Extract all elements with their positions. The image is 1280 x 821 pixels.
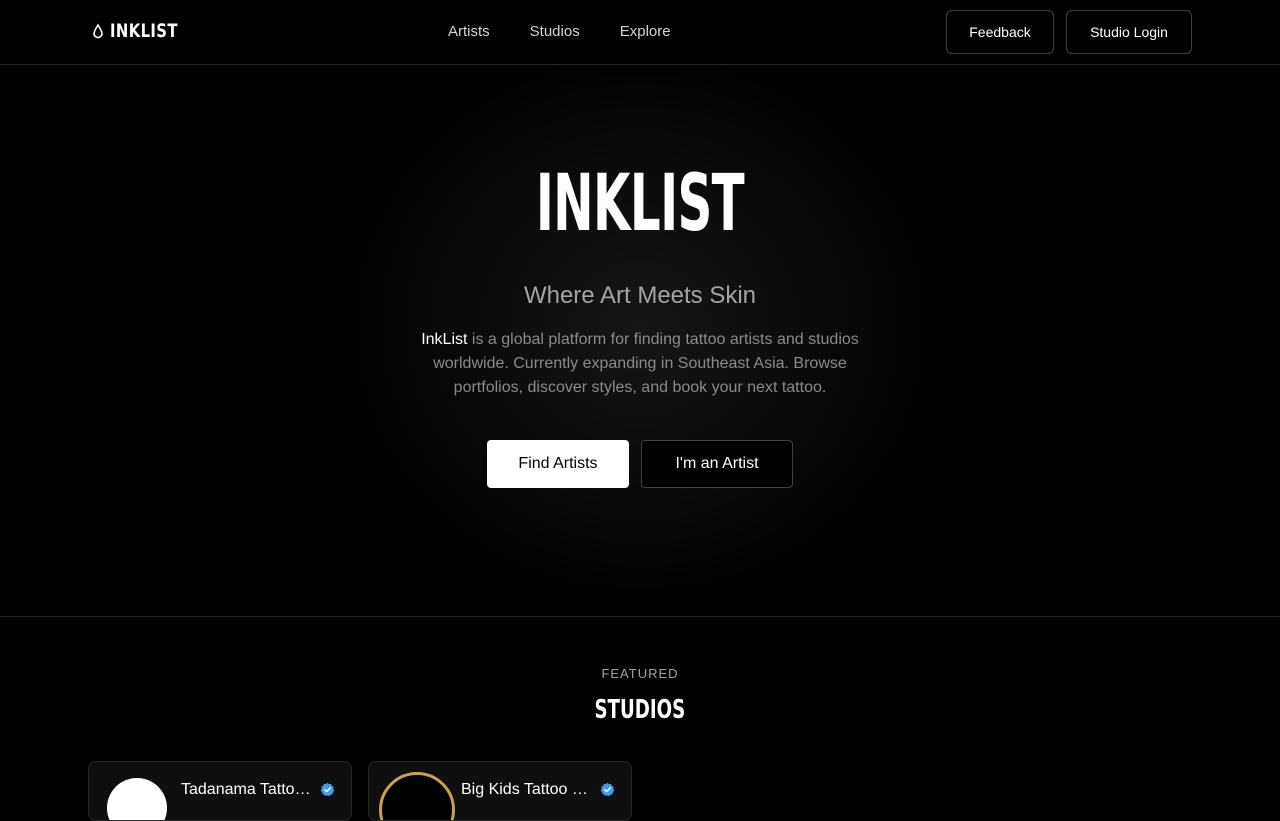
verified-badge-icon: [600, 782, 615, 797]
top-navbar: INKLIST Artists Studios Explore Feedback…: [0, 0, 1280, 65]
verified-badge-icon: [320, 782, 335, 797]
hero-section: INKLIST Where Art Meets Skin InkList is …: [0, 65, 1280, 617]
find-artists-button[interactable]: Find Artists: [487, 440, 629, 488]
featured-label: FEATURED: [601, 666, 679, 681]
im-an-artist-button[interactable]: I'm an Artist: [641, 440, 793, 488]
studio-name: Tadanama Tattoo Studio: [181, 781, 313, 798]
studio-card[interactable]: Big Kids Tattoo Studio: [368, 761, 632, 821]
studio-card[interactable]: Tadanama Tattoo Studio: [88, 761, 352, 821]
brand-logo[interactable]: INKLIST: [92, 20, 197, 42]
nav-link-explore[interactable]: Explore: [620, 22, 671, 42]
featured-title: STUDIOS: [0, 694, 1280, 726]
featured-title-text: STUDIOS: [594, 695, 686, 725]
hero-title: INKLIST: [0, 161, 1280, 247]
feedback-button[interactable]: Feedback: [946, 10, 1054, 54]
description-text: is a global platform for finding tattoo …: [433, 331, 859, 396]
hero-description: InkList is a global platform for finding…: [410, 328, 870, 400]
nav-link-studios[interactable]: Studios: [530, 22, 580, 42]
ink-drop-icon: [93, 23, 103, 39]
description-brand: InkList: [421, 331, 468, 348]
studio-name: Big Kids Tattoo Studio: [461, 781, 593, 798]
main-nav: Artists Studios Explore: [448, 22, 671, 42]
brand-name: INKLIST: [110, 20, 178, 42]
studio-avatar: [379, 772, 455, 820]
hero-subtitle: Where Art Meets Skin: [523, 282, 757, 309]
studio-login-button[interactable]: Studio Login: [1066, 10, 1192, 54]
nav-link-artists[interactable]: Artists: [448, 22, 490, 42]
hero-title-text: INKLIST: [535, 159, 745, 249]
